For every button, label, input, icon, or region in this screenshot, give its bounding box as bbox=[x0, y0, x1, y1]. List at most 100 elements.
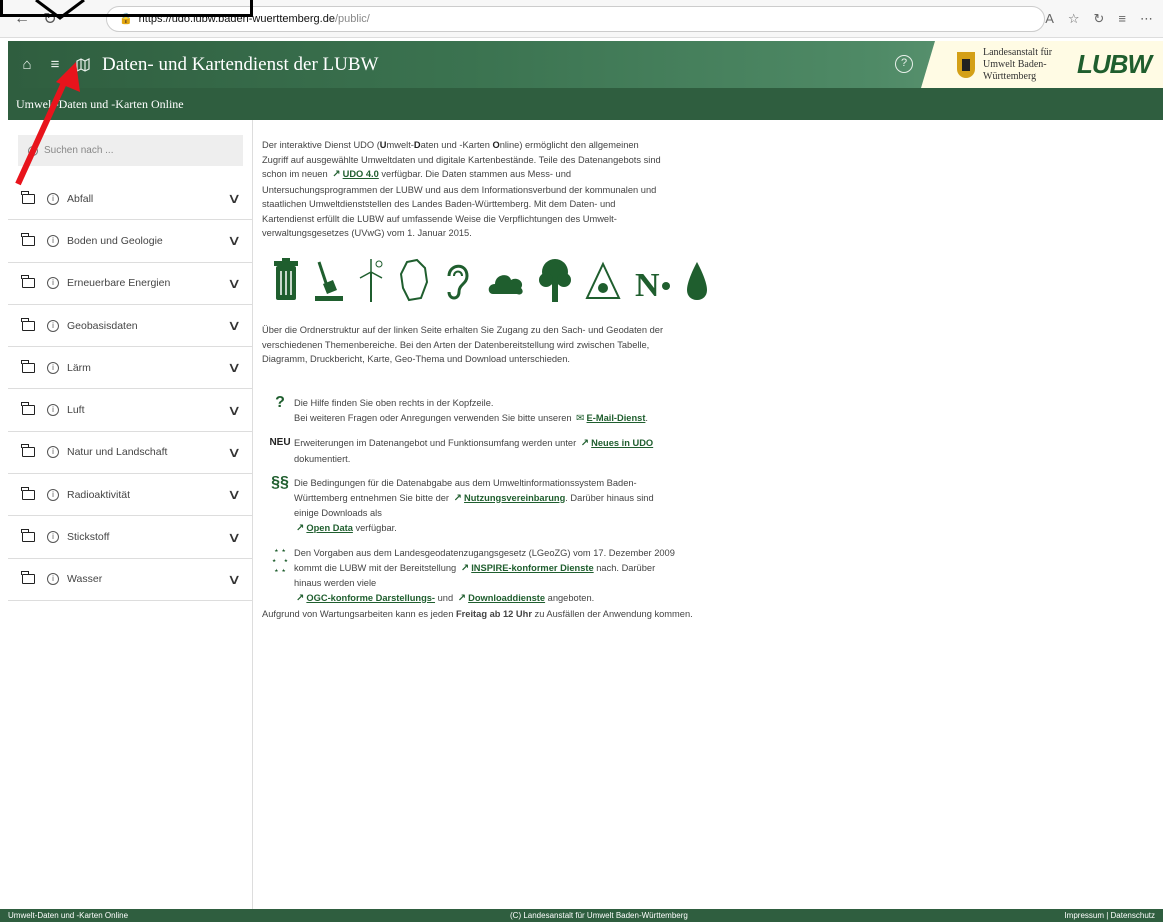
external-link-icon: ↗ bbox=[460, 562, 470, 574]
folder-icon bbox=[21, 190, 35, 204]
intro-text: Der interaktive Dienst UDO (Umwelt-Daten… bbox=[262, 138, 667, 247]
footer-links[interactable]: Impressum | Datenschutz bbox=[1064, 909, 1155, 922]
water-drop-icon bbox=[687, 262, 707, 300]
lubw-logo[interactable]: LUBW bbox=[1077, 49, 1152, 80]
extensions-icon[interactable]: ↻ bbox=[1094, 11, 1105, 27]
folder-icon bbox=[21, 232, 35, 246]
eu-stars-icon: ⋆ ⋆ ⋆ ⋆ ⋆ ⋆ bbox=[271, 546, 289, 575]
law-row: §§ Die Bedingungen für die Datenabgabe a… bbox=[266, 475, 676, 536]
tree-nature-icon bbox=[539, 259, 571, 302]
tree-item-label: Abfall bbox=[67, 192, 94, 205]
annotation-arrow bbox=[15, 62, 80, 186]
bw-map-icon bbox=[399, 258, 429, 302]
help-row: ? Die Hilfe finden Sie oben rechts in de… bbox=[266, 394, 676, 426]
ear-noise-icon bbox=[447, 264, 469, 300]
tree-item[interactable]: i Luft ∨ bbox=[8, 389, 253, 432]
url-path: /public/ bbox=[334, 12, 370, 25]
nutzung-link[interactable]: Nutzungsvereinbarung bbox=[464, 493, 565, 503]
info-icon[interactable]: i bbox=[47, 531, 59, 544]
favorites-list-icon[interactable]: ≡ bbox=[1118, 11, 1126, 27]
info-icon[interactable]: i bbox=[47, 488, 59, 501]
folder-icon bbox=[21, 486, 35, 500]
app-title: Daten- und Kartendienst der LUBW bbox=[102, 53, 379, 75]
folder-icon bbox=[21, 359, 35, 373]
chevron-down-icon[interactable]: ∨ bbox=[227, 275, 241, 292]
help-mark: ? bbox=[275, 394, 285, 411]
inspire-row: ⋆ ⋆ ⋆ ⋆ ⋆ ⋆ Den Vorgaben aus dem Landesgeo… bbox=[266, 546, 676, 606]
wind-turbine-icon bbox=[359, 259, 383, 302]
footer-copyright: (C) Landesanstalt für Umwelt Baden-Württ… bbox=[510, 911, 688, 920]
intro-u: U bbox=[379, 140, 387, 150]
info-icon[interactable]: i bbox=[47, 192, 59, 205]
neu-text-2: dokumentiert. bbox=[294, 453, 351, 464]
tree-item[interactable]: i Radioaktivität ∨ bbox=[8, 474, 253, 517]
favorite-star-icon[interactable]: ☆ bbox=[1068, 11, 1080, 27]
tree-item-label: Geobasisdaten bbox=[67, 319, 138, 332]
external-link-icon: ↗ bbox=[296, 522, 305, 534]
inspire-text-4: angeboten. bbox=[547, 592, 595, 603]
chevron-down-icon[interactable]: ∨ bbox=[227, 232, 241, 249]
tree-item[interactable]: i Boden und Geologie ∨ bbox=[8, 220, 253, 263]
tree-item[interactable]: i Geobasisdaten ∨ bbox=[8, 305, 253, 348]
inspire-link[interactable]: INSPIRE-konformer Dienste bbox=[471, 563, 593, 573]
maint-text-1: Aufgrund von Wartungsarbeiten kann es je… bbox=[262, 609, 454, 619]
app-header: ⌂ ≡ Daten- und Kartendienst der LUBW ? L… bbox=[8, 41, 1163, 88]
info-list: ? Die Hilfe finden Sie oben rechts in de… bbox=[266, 394, 676, 616]
open-data-link[interactable]: Open Data bbox=[306, 523, 353, 533]
folder-icon bbox=[21, 317, 35, 331]
external-link-icon: ↗ bbox=[453, 492, 463, 504]
more-menu-icon[interactable]: ⋯ bbox=[1140, 11, 1153, 27]
info-icon[interactable]: i bbox=[47, 234, 59, 247]
tree-item[interactable]: i Lärm ∨ bbox=[8, 347, 253, 390]
neu-mark: NEU bbox=[269, 437, 291, 448]
tree-item-label: Erneuerbare Energien bbox=[67, 277, 171, 290]
neues-link[interactable]: Neues in UDO bbox=[591, 438, 653, 448]
radioactivity-icon bbox=[585, 261, 621, 299]
tree-item[interactable]: i Wasser ∨ bbox=[8, 559, 253, 601]
intro-text-2: mwelt- bbox=[386, 140, 414, 150]
info-icon[interactable]: i bbox=[47, 361, 59, 374]
read-aloud-icon[interactable]: A⁩ bbox=[1045, 11, 1054, 27]
inspire-text: Den Vorgaben aus dem Landesgeodatenzugan… bbox=[294, 546, 676, 606]
email-icon: ✉ bbox=[576, 412, 585, 424]
help-text-2: Bei weiteren Fragen oder Anregungen verw… bbox=[294, 412, 572, 423]
tree-item[interactable]: i Stickstoff ∨ bbox=[8, 516, 253, 559]
help-icon[interactable]: ? bbox=[895, 55, 913, 73]
folder-tree: i Abfall ∨ i Boden und Geologie ∨ i Erneuerba… bbox=[8, 178, 253, 601]
folder-icon bbox=[21, 275, 35, 289]
chevron-down-icon[interactable]: ∨ bbox=[227, 571, 241, 588]
intro-d: D bbox=[413, 140, 421, 150]
info-icon[interactable]: i bbox=[47, 573, 59, 586]
chevron-down-icon[interactable]: ∨ bbox=[227, 359, 241, 376]
chevron-down-icon[interactable]: ∨ bbox=[227, 529, 241, 546]
tree-item[interactable]: i Erneuerbare Energien ∨ bbox=[8, 263, 253, 305]
chevron-down-icon[interactable]: ∨ bbox=[227, 486, 241, 503]
inspire-text-3: und bbox=[437, 592, 454, 603]
tree-item-label: Natur und Landschaft bbox=[67, 446, 168, 459]
info-icon[interactable]: i bbox=[47, 319, 59, 332]
chevron-down-icon[interactable]: ∨ bbox=[227, 317, 241, 334]
info-icon[interactable]: i bbox=[47, 404, 59, 417]
chevron-down-icon[interactable]: ∨ bbox=[227, 402, 241, 419]
external-link-icon: ↗ bbox=[296, 592, 305, 604]
svg-text:N: N bbox=[635, 267, 660, 302]
ogc-link[interactable]: OGC-konforme Darstellungs- bbox=[306, 593, 435, 603]
annotation-chevron bbox=[35, 0, 85, 20]
help-text-1: Die Hilfe finden Sie oben rechts in der … bbox=[294, 398, 494, 408]
download-link[interactable]: Downloaddienste bbox=[468, 593, 545, 603]
tree-item[interactable]: i Natur und Landschaft ∨ bbox=[8, 432, 253, 475]
info-icon[interactable]: i bbox=[47, 446, 59, 459]
chevron-down-icon[interactable]: ∨ bbox=[227, 190, 241, 207]
tree-item-label: Wasser bbox=[67, 573, 103, 586]
law-text: Die Bedingungen für die Datenabgabe aus … bbox=[294, 476, 676, 536]
email-link[interactable]: E-Mail-Dienst bbox=[587, 413, 646, 423]
chevron-down-icon[interactable]: ∨ bbox=[227, 444, 241, 461]
cloud-air-icon bbox=[488, 275, 523, 295]
maint-text-2: zu Ausfällen der Anwendung kommen. bbox=[534, 609, 693, 619]
sidebar: Suchen nach ... i Abfall ∨ i Boden und Geol… bbox=[8, 120, 253, 909]
info-icon[interactable]: i bbox=[47, 277, 59, 290]
law-text-3: verfügbar. bbox=[355, 522, 397, 533]
udo-link[interactable]: UDO 4.0 bbox=[343, 169, 379, 179]
intro-text-5: verfügbar. Die Daten stammen aus Mess- u… bbox=[262, 169, 657, 238]
external-link-icon: ↗ bbox=[457, 592, 467, 604]
